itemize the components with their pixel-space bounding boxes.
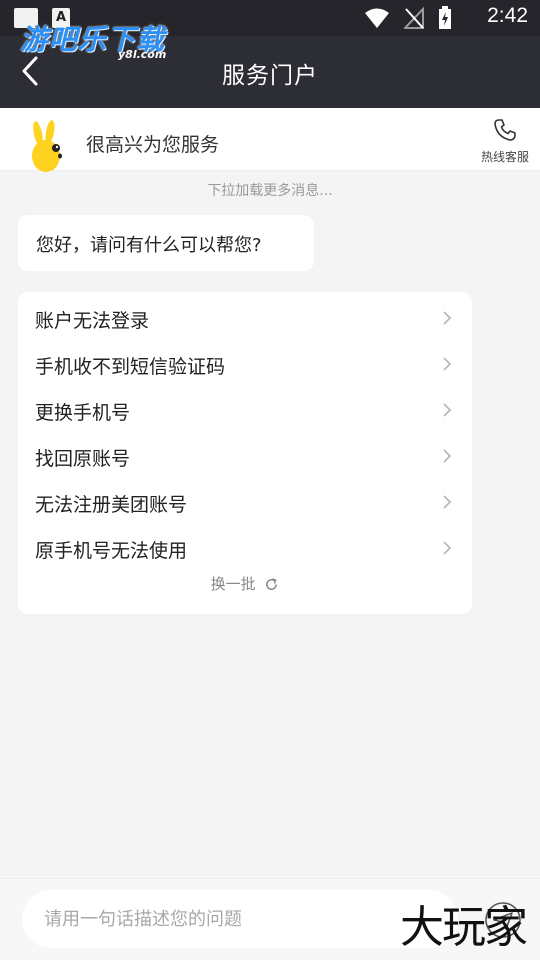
faq-item[interactable]: 更换手机号 <box>18 386 472 432</box>
faq-item[interactable]: 找回原账号 <box>18 432 472 478</box>
logo-sub-text: y8l.com <box>118 48 167 61</box>
mascot-avatar-icon <box>32 120 62 172</box>
refresh-icon <box>266 578 278 590</box>
faq-item-label: 无法注册美团账号 <box>35 494 188 516</box>
chevron-right-icon <box>443 357 452 371</box>
service-bar: 很高兴为您服务 热线客服 <box>0 108 540 172</box>
faq-item[interactable]: 账户无法登录 <box>18 294 472 340</box>
faq-item-label: 找回原账号 <box>35 448 131 470</box>
faq-item-label: 账户无法登录 <box>35 310 150 332</box>
hotline-label: 热线客服 <box>480 150 529 164</box>
site-logo-watermark: 游吧乐下载 y8l.com <box>18 18 188 66</box>
pull-to-load-hint: 下拉加载更多消息... <box>207 183 333 199</box>
wifi-icon <box>365 8 389 28</box>
faq-item[interactable]: 无法注册美团账号 <box>18 478 472 524</box>
chevron-right-icon <box>443 495 452 509</box>
input-bar: 大玩家 <box>0 878 540 960</box>
bot-message-bubble: 您好，请问有什么可以帮您? <box>18 215 314 271</box>
faq-card: 账户无法登录 手机收不到短信验证码 更换手机号 找回原账号 无法注册美团账号 原… <box>18 292 472 614</box>
chevron-right-icon <box>443 403 452 417</box>
phone-icon <box>494 119 516 141</box>
faq-item[interactable]: 手机收不到短信验证码 <box>18 340 472 386</box>
refresh-label: 换一批 <box>210 575 256 593</box>
chevron-right-icon <box>443 541 452 555</box>
faq-item[interactable]: 原手机号无法使用 <box>18 524 472 570</box>
service-greeting: 很高兴为您服务 <box>86 134 220 156</box>
refresh-button[interactable]: 换一批 <box>18 573 472 594</box>
no-signal-icon <box>404 7 424 29</box>
chevron-right-icon <box>443 311 452 325</box>
status-icons <box>364 6 452 30</box>
chevron-right-icon <box>443 449 452 463</box>
hotline-button[interactable]: 热线客服 <box>480 118 530 165</box>
faq-item-label: 原手机号无法使用 <box>35 540 188 562</box>
faq-item-label: 更换手机号 <box>35 402 131 424</box>
battery-charging-icon <box>439 6 451 29</box>
faq-item-label: 手机收不到短信验证码 <box>35 356 226 378</box>
status-time: 2:42 <box>487 4 528 27</box>
brand-watermark: 大玩家 <box>400 902 528 953</box>
question-input[interactable] <box>22 890 458 948</box>
